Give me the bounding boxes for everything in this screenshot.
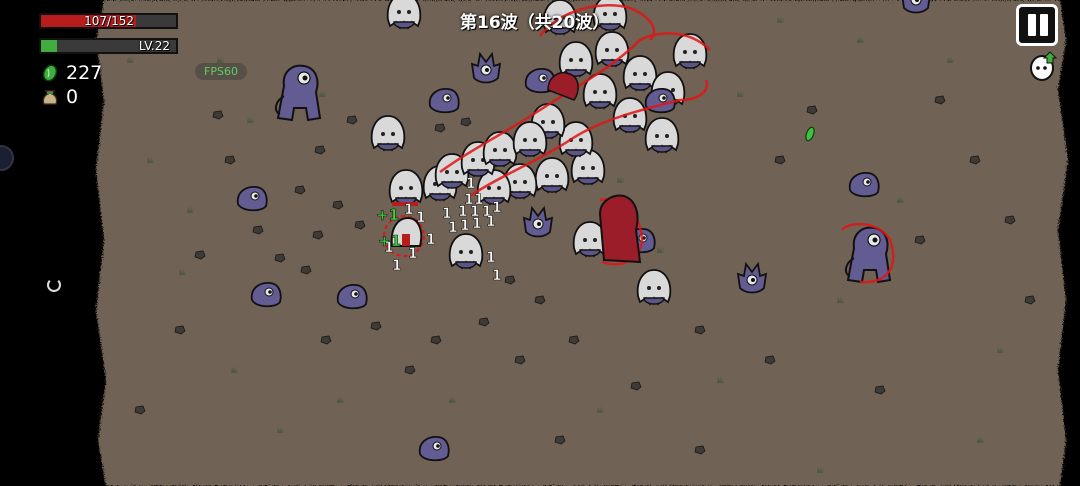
damage-number: 1	[486, 250, 496, 266]
enemy-ghost	[388, 169, 424, 205]
enemy-ghost	[534, 157, 570, 193]
damage-number: 1	[460, 218, 470, 234]
damage-number: 1	[416, 210, 426, 226]
enemy-blob	[250, 281, 282, 308]
enemy-ghost	[636, 269, 672, 305]
damage-number: 1	[466, 176, 476, 192]
game-arena: 1 1 1 1 1 1 1 1 1 1 1 1 1 1 1 1 1 1 1 1 …	[0, 0, 1080, 486]
damage-number: 1	[472, 216, 482, 232]
level-bar: LV.22	[39, 38, 178, 54]
damage-number: 1	[486, 214, 496, 230]
pause-button[interactable]	[1016, 4, 1058, 46]
bag-counter: 0	[40, 86, 78, 108]
hp-text: 107/152	[84, 14, 134, 28]
seed-count: 227	[66, 62, 103, 84]
green-seed-icon	[42, 64, 58, 82]
enemy-ghost	[644, 117, 680, 153]
damage-number: 1	[492, 268, 502, 284]
enemy-ghost	[370, 115, 406, 151]
enemy-ghost	[672, 33, 708, 69]
loading-spinner-icon	[47, 278, 61, 292]
seed-counter: 227	[40, 62, 102, 84]
damage-number: 1	[392, 258, 402, 274]
enemy-ghost	[612, 97, 648, 133]
enemy-ghost	[558, 41, 594, 77]
heal-number: +1	[376, 206, 399, 224]
enemy-blob	[236, 185, 268, 212]
enemy-blob	[418, 435, 450, 462]
money-bag-icon	[42, 90, 58, 105]
fps-indicator: FPS60	[195, 63, 247, 80]
enemy-ghost	[594, 31, 630, 67]
enemy-ghost	[512, 121, 548, 157]
enemy-ghost	[448, 233, 484, 269]
damage-number: 1	[426, 232, 436, 248]
level-text: LV.22	[138, 39, 170, 53]
damage-number: 1	[404, 202, 414, 218]
enemy-blob	[336, 283, 368, 310]
level-bar-fill	[41, 40, 58, 52]
bag-count: 0	[66, 86, 79, 108]
enemy-blob	[428, 87, 460, 114]
enemy-blob	[848, 171, 880, 198]
heal-number: +1	[378, 232, 401, 250]
hp-bar: 107/152	[39, 13, 178, 29]
enemy-ghost	[386, 0, 422, 29]
damage-number: 1	[408, 246, 418, 262]
damage-number: 1	[448, 220, 458, 236]
enemy-ghost	[622, 55, 658, 91]
game-stage: 1 1 1 1 1 1 1 1 1 1 1 1 1 1 1 1 1 1 1 1 …	[0, 0, 1080, 486]
enemy-spiky	[901, 0, 931, 14]
wave-title: 第16波（共20波）	[460, 13, 610, 33]
egg-pet-icon[interactable]	[1028, 50, 1060, 82]
enemy-ghost	[482, 131, 518, 167]
